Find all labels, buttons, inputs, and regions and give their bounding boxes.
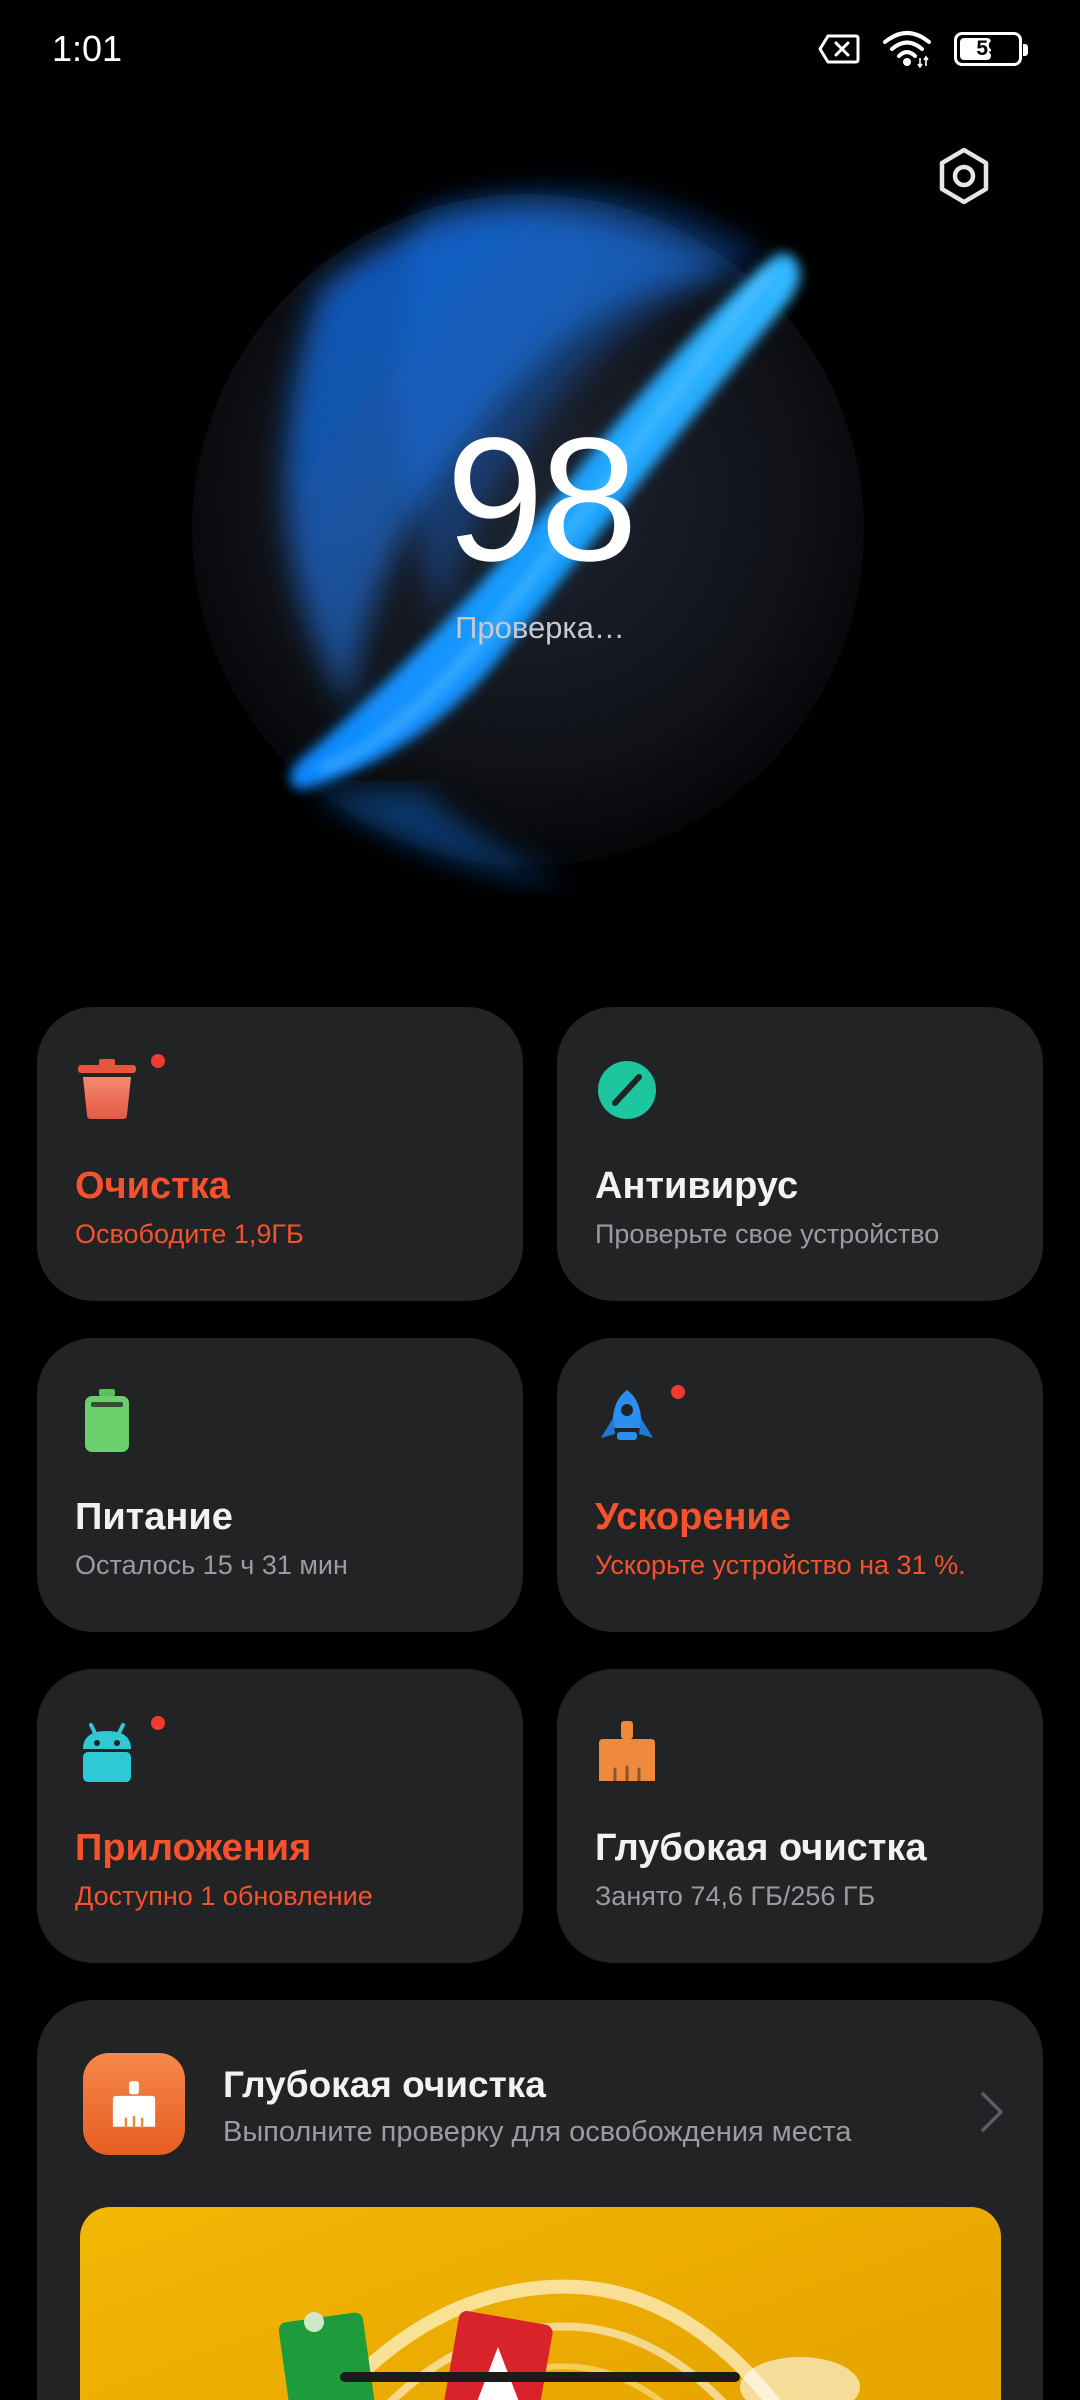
- chevron-right-icon[interactable]: [977, 2090, 1007, 2134]
- antivirus-icon: [598, 1061, 656, 1119]
- tile-title: Глубокая очистка: [595, 1827, 927, 1869]
- tile-cleaner[interactable]: Очистка Освободите 1,9ГБ: [37, 1007, 523, 1301]
- status-icons: 59: [818, 30, 1028, 68]
- tile-title: Ускорение: [595, 1496, 791, 1538]
- sim-off-icon: [818, 34, 860, 64]
- tile-subtitle: Ускорьте устройство на 31 %.: [595, 1550, 966, 1580]
- home-indicator[interactable]: [340, 2372, 740, 2382]
- status-bar: 1:01 59: [0, 0, 1080, 104]
- alert-dot: [151, 1716, 165, 1730]
- status-time: 1:01: [52, 28, 123, 69]
- settings-gear-icon: [939, 147, 989, 205]
- trash-icon: [78, 1059, 136, 1119]
- tile-title: Приложения: [75, 1827, 312, 1869]
- tile-title: Очистка: [75, 1165, 230, 1207]
- android-icon: [83, 1723, 131, 1782]
- broom-icon: [599, 1721, 655, 1783]
- tile-subtitle: Доступно 1 обновление: [75, 1881, 373, 1911]
- battery-icon: 59: [954, 32, 1028, 66]
- tile-subtitle: Осталось 15 ч 31 мин: [75, 1550, 348, 1580]
- settings-button[interactable]: [930, 142, 998, 210]
- deep-clean-card[interactable]: Глубокая очистка Выполните проверку для …: [37, 2000, 1043, 2400]
- deep-clean-card-subtitle: Выполните проверку для освобождения мест…: [223, 2116, 852, 2148]
- security-score: 98: [446, 402, 638, 598]
- broom-icon: [112, 2081, 156, 2128]
- tile-subtitle: Занято 74,6 ГБ/256 ГБ: [595, 1881, 876, 1911]
- tile-battery[interactable]: Питание Осталось 15 ч 31 мин: [37, 1338, 523, 1632]
- battery-icon: [85, 1389, 129, 1452]
- deep-clean-card-icon: [83, 2053, 185, 2155]
- security-app-screen: 1:01 59 98 Проверка… Очистка Освободите …: [0, 0, 1080, 2400]
- tile-title: Антивирус: [595, 1165, 799, 1207]
- tile-boost[interactable]: Ускорение Ускорьте устройство на 31 %.: [557, 1338, 1043, 1632]
- rocket-icon: [601, 1390, 653, 1440]
- alert-dot: [671, 1385, 685, 1399]
- tile-deep-clean[interactable]: Глубокая очистка Занято 74,6 ГБ/256 ГБ: [557, 1669, 1043, 1963]
- battery-level: 59: [976, 37, 1000, 60]
- tile-title: Питание: [75, 1496, 233, 1538]
- alert-dot: [151, 1054, 165, 1068]
- tile-antivirus[interactable]: Антивирус Проверьте свое устройство: [557, 1007, 1043, 1301]
- tile-apps[interactable]: Приложения Доступно 1 обновление: [37, 1669, 523, 1963]
- deep-clean-card-title: Глубокая очистка: [223, 2064, 546, 2105]
- tile-subtitle: Освободите 1,9ГБ: [75, 1219, 304, 1249]
- score-status-label: Проверка…: [455, 610, 625, 645]
- wifi-icon: [883, 31, 931, 68]
- tile-subtitle: Проверьте свое устройство: [595, 1219, 940, 1249]
